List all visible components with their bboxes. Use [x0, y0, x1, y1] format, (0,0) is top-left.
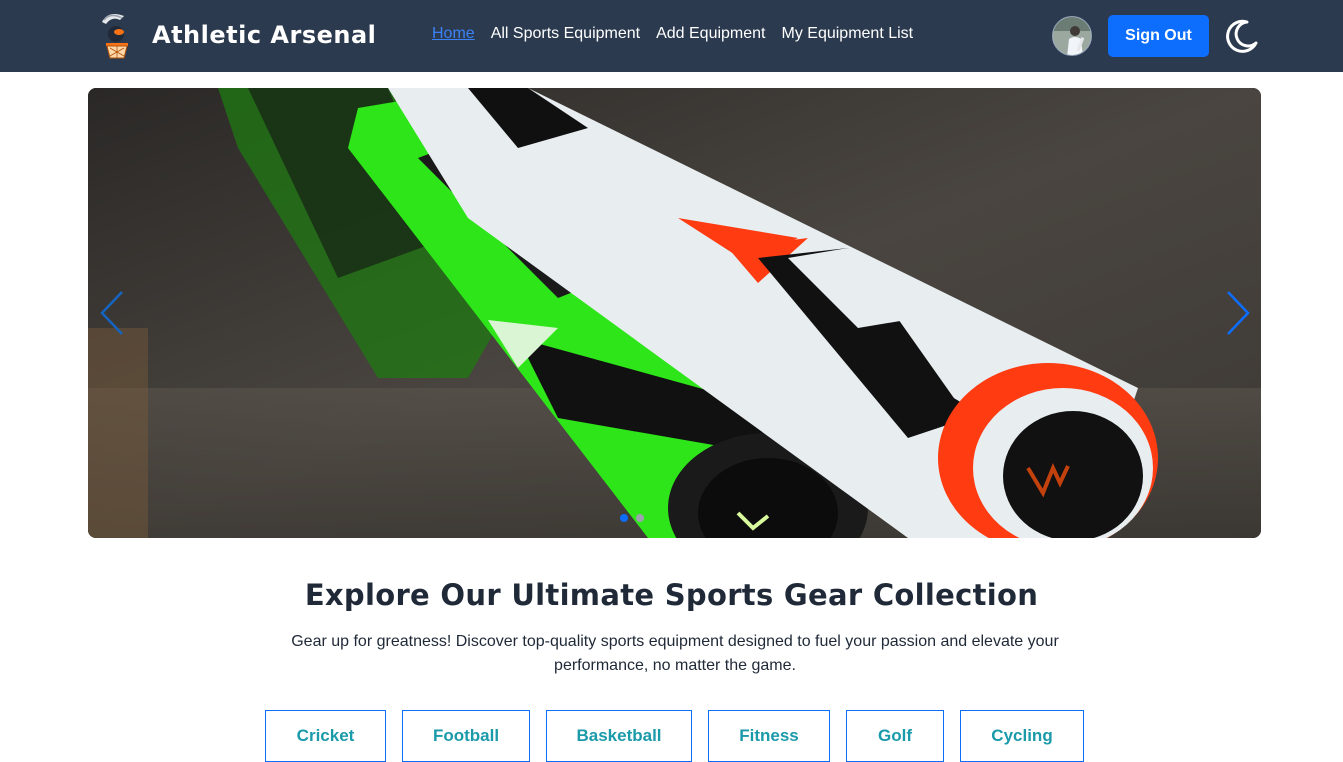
carousel-pagination: [620, 514, 644, 522]
sign-out-button[interactable]: Sign Out: [1108, 15, 1209, 57]
brand-name: Athletic Arsenal: [152, 21, 377, 49]
chevron-right-icon[interactable]: [1224, 290, 1252, 336]
brand[interactable]: Athletic Arsenal: [94, 10, 376, 60]
carousel-slide-image: [88, 88, 1261, 538]
section-title: Explore Our Ultimate Sports Gear Collect…: [304, 578, 1039, 612]
category-button-fitness[interactable]: Fitness: [708, 710, 830, 762]
navbar: Athletic Arsenal Home All Sports Equipme…: [0, 0, 1343, 72]
nav-link-all-sports-equipment[interactable]: All Sports Equipment: [491, 25, 640, 43]
basketball-hoop-logo-icon: [102, 14, 128, 59]
hero-carousel: [88, 88, 1261, 538]
section-description: Gear up for greatness! Discover top-qual…: [291, 633, 1059, 674]
nav-link-home[interactable]: Home: [432, 25, 475, 43]
category-button-football[interactable]: Football: [402, 710, 530, 762]
category-button-golf[interactable]: Golf: [846, 710, 944, 762]
category-button-cycling[interactable]: Cycling: [960, 710, 1084, 762]
user-avatar[interactable]: [1052, 16, 1092, 56]
nav-link-my-equipment-list[interactable]: My Equipment List: [782, 25, 914, 43]
category-button-cricket[interactable]: Cricket: [265, 710, 386, 762]
carousel-dot-2[interactable]: [636, 514, 644, 522]
moon-icon[interactable]: [1221, 16, 1261, 56]
user-avatar-image: [1053, 17, 1091, 55]
chevron-left-icon[interactable]: [98, 290, 126, 336]
carousel-dot-1[interactable]: [620, 514, 628, 522]
main-nav: Home All Sports Equipment Add Equipment …: [432, 25, 913, 43]
nav-link-add-equipment[interactable]: Add Equipment: [656, 25, 765, 43]
category-button-basketball[interactable]: Basketball: [546, 710, 692, 762]
